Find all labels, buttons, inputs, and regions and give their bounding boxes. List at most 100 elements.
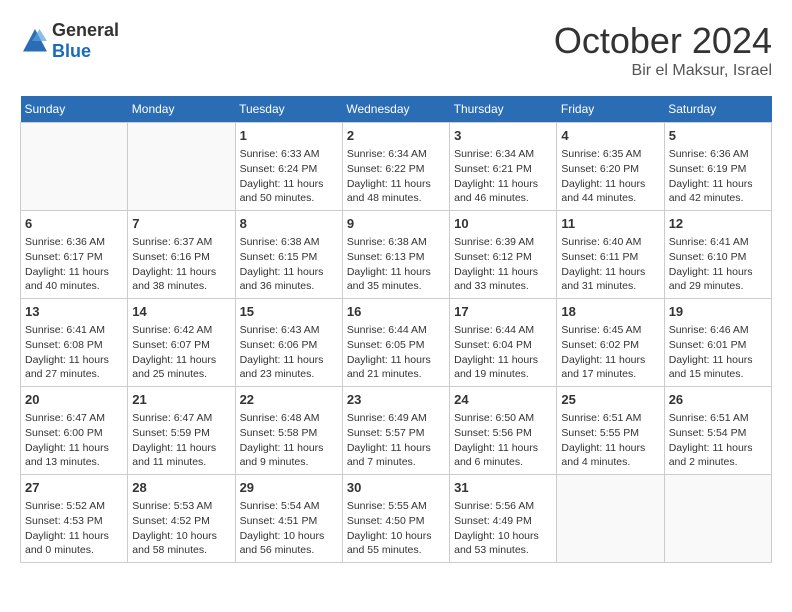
day-number: 19 — [669, 303, 767, 321]
day-number: 10 — [454, 215, 552, 233]
day-info: Sunrise: 6:49 AM Sunset: 5:57 PM Dayligh… — [347, 411, 445, 470]
week-row-3: 13 Sunrise: 6:41 AM Sunset: 6:08 PM Dayli… — [21, 299, 772, 387]
day-number: 25 — [561, 391, 659, 409]
location-title: Bir el Maksur, Israel — [554, 62, 772, 80]
day-cell: 3 Sunrise: 6:34 AM Sunset: 6:21 PM Daylig… — [450, 123, 557, 211]
day-number: 27 — [25, 479, 123, 497]
month-title: October 2024 — [554, 20, 772, 62]
day-info: Sunrise: 6:41 AM Sunset: 6:08 PM Dayligh… — [25, 323, 123, 382]
day-number: 3 — [454, 127, 552, 145]
day-cell: 14 Sunrise: 6:42 AM Sunset: 6:07 PM Dayli… — [128, 299, 235, 387]
week-row-1: 1 Sunrise: 6:33 AM Sunset: 6:24 PM Daylig… — [21, 123, 772, 211]
day-info: Sunrise: 6:36 AM Sunset: 6:19 PM Dayligh… — [669, 147, 767, 206]
day-number: 7 — [132, 215, 230, 233]
day-number: 17 — [454, 303, 552, 321]
day-cell: 15 Sunrise: 6:43 AM Sunset: 6:06 PM Dayli… — [235, 299, 342, 387]
day-number: 21 — [132, 391, 230, 409]
day-number: 1 — [240, 127, 338, 145]
day-info: Sunrise: 6:34 AM Sunset: 6:21 PM Dayligh… — [454, 147, 552, 206]
day-number: 22 — [240, 391, 338, 409]
day-info: Sunrise: 6:50 AM Sunset: 5:56 PM Dayligh… — [454, 411, 552, 470]
day-cell: 27 Sunrise: 5:52 AM Sunset: 4:53 PM Dayli… — [21, 475, 128, 563]
day-info: Sunrise: 6:47 AM Sunset: 6:00 PM Dayligh… — [25, 411, 123, 470]
day-number: 11 — [561, 215, 659, 233]
calendar-table: SundayMondayTuesdayWednesdayThursdayFrid… — [20, 96, 772, 563]
day-cell: 10Sunrise: 6:39 AM Sunset: 6:12 PM Dayli… — [450, 211, 557, 299]
logo-icon — [20, 26, 50, 56]
day-info: Sunrise: 6:47 AM Sunset: 5:59 PM Dayligh… — [132, 411, 230, 470]
week-row-2: 6 Sunrise: 6:36 AM Sunset: 6:17 PM Daylig… — [21, 211, 772, 299]
day-info: Sunrise: 6:46 AM Sunset: 6:01 PM Dayligh… — [669, 323, 767, 382]
day-info: Sunrise: 6:33 AM Sunset: 6:24 PM Dayligh… — [240, 147, 338, 206]
logo-general-text: General — [52, 20, 119, 40]
weekday-header-thursday: Thursday — [450, 96, 557, 123]
day-number: 2 — [347, 127, 445, 145]
day-cell: 29 Sunrise: 5:54 AM Sunset: 4:51 PM Dayli… — [235, 475, 342, 563]
day-number: 28 — [132, 479, 230, 497]
day-cell: 17Sunrise: 6:44 AM Sunset: 6:04 PM Dayli… — [450, 299, 557, 387]
day-cell — [128, 123, 235, 211]
day-number: 9 — [347, 215, 445, 233]
weekday-header-monday: Monday — [128, 96, 235, 123]
day-info: Sunrise: 6:51 AM Sunset: 5:55 PM Dayligh… — [561, 411, 659, 470]
day-cell: 31Sunrise: 5:56 AM Sunset: 4:49 PM Dayli… — [450, 475, 557, 563]
day-info: Sunrise: 6:40 AM Sunset: 6:11 PM Dayligh… — [561, 235, 659, 294]
day-info: Sunrise: 6:41 AM Sunset: 6:10 PM Dayligh… — [669, 235, 767, 294]
day-cell: 6 Sunrise: 6:36 AM Sunset: 6:17 PM Daylig… — [21, 211, 128, 299]
day-cell: 4 Sunrise: 6:35 AM Sunset: 6:20 PM Daylig… — [557, 123, 664, 211]
weekday-header-row: SundayMondayTuesdayWednesdayThursdayFrid… — [21, 96, 772, 123]
day-cell: 22 Sunrise: 6:48 AM Sunset: 5:58 PM Dayli… — [235, 387, 342, 475]
weekday-header-saturday: Saturday — [664, 96, 771, 123]
day-info: Sunrise: 6:48 AM Sunset: 5:58 PM Dayligh… — [240, 411, 338, 470]
day-cell: 24 Sunrise: 6:50 AM Sunset: 5:56 PM Dayli… — [450, 387, 557, 475]
day-number: 14 — [132, 303, 230, 321]
day-cell: 26Sunrise: 6:51 AM Sunset: 5:54 PM Dayli… — [664, 387, 771, 475]
day-info: Sunrise: 5:52 AM Sunset: 4:53 PM Dayligh… — [25, 499, 123, 558]
day-number: 6 — [25, 215, 123, 233]
day-number: 29 — [240, 479, 338, 497]
day-number: 4 — [561, 127, 659, 145]
day-number: 24 — [454, 391, 552, 409]
day-number: 16 — [347, 303, 445, 321]
day-info: Sunrise: 5:54 AM Sunset: 4:51 PM Dayligh… — [240, 499, 338, 558]
day-info: Sunrise: 6:34 AM Sunset: 6:22 PM Dayligh… — [347, 147, 445, 206]
weekday-header-wednesday: Wednesday — [342, 96, 449, 123]
day-cell: 23 Sunrise: 6:49 AM Sunset: 5:57 PM Dayli… — [342, 387, 449, 475]
day-number: 15 — [240, 303, 338, 321]
logo: General Blue — [20, 20, 119, 62]
day-info: Sunrise: 6:44 AM Sunset: 6:05 PM Dayligh… — [347, 323, 445, 382]
logo-blue-text: Blue — [52, 41, 91, 61]
day-info: Sunrise: 6:42 AM Sunset: 6:07 PM Dayligh… — [132, 323, 230, 382]
day-cell: 18Sunrise: 6:45 AM Sunset: 6:02 PM Dayli… — [557, 299, 664, 387]
weekday-header-sunday: Sunday — [21, 96, 128, 123]
day-number: 5 — [669, 127, 767, 145]
day-cell: 11 Sunrise: 6:40 AM Sunset: 6:11 PM Dayli… — [557, 211, 664, 299]
day-cell: 7Sunrise: 6:37 AM Sunset: 6:16 PM Daylig… — [128, 211, 235, 299]
day-cell: 9Sunrise: 6:38 AM Sunset: 6:13 PM Daylig… — [342, 211, 449, 299]
day-info: Sunrise: 5:56 AM Sunset: 4:49 PM Dayligh… — [454, 499, 552, 558]
day-info: Sunrise: 6:38 AM Sunset: 6:15 PM Dayligh… — [240, 235, 338, 294]
day-number: 26 — [669, 391, 767, 409]
day-cell: 25 Sunrise: 6:51 AM Sunset: 5:55 PM Dayli… — [557, 387, 664, 475]
day-cell: 1 Sunrise: 6:33 AM Sunset: 6:24 PM Daylig… — [235, 123, 342, 211]
day-cell: 21 Sunrise: 6:47 AM Sunset: 5:59 PM Dayli… — [128, 387, 235, 475]
day-number: 23 — [347, 391, 445, 409]
day-info: Sunrise: 6:35 AM Sunset: 6:20 PM Dayligh… — [561, 147, 659, 206]
day-cell: 28Sunrise: 5:53 AM Sunset: 4:52 PM Dayli… — [128, 475, 235, 563]
day-cell: 8 Sunrise: 6:38 AM Sunset: 6:15 PM Daylig… — [235, 211, 342, 299]
day-number: 20 — [25, 391, 123, 409]
day-number: 30 — [347, 479, 445, 497]
day-cell: 20 Sunrise: 6:47 AM Sunset: 6:00 PM Dayli… — [21, 387, 128, 475]
day-cell — [557, 475, 664, 563]
day-cell: 19 Sunrise: 6:46 AM Sunset: 6:01 PM Dayli… — [664, 299, 771, 387]
page-header: General Blue October 2024 Bir el Maksur,… — [20, 20, 772, 80]
day-cell — [21, 123, 128, 211]
weekday-header-friday: Friday — [557, 96, 664, 123]
day-number: 8 — [240, 215, 338, 233]
day-cell: 2 Sunrise: 6:34 AM Sunset: 6:22 PM Daylig… — [342, 123, 449, 211]
day-number: 13 — [25, 303, 123, 321]
day-cell: 12 Sunrise: 6:41 AM Sunset: 6:10 PM Dayli… — [664, 211, 771, 299]
day-info: Sunrise: 6:43 AM Sunset: 6:06 PM Dayligh… — [240, 323, 338, 382]
day-number: 12 — [669, 215, 767, 233]
day-info: Sunrise: 6:36 AM Sunset: 6:17 PM Dayligh… — [25, 235, 123, 294]
